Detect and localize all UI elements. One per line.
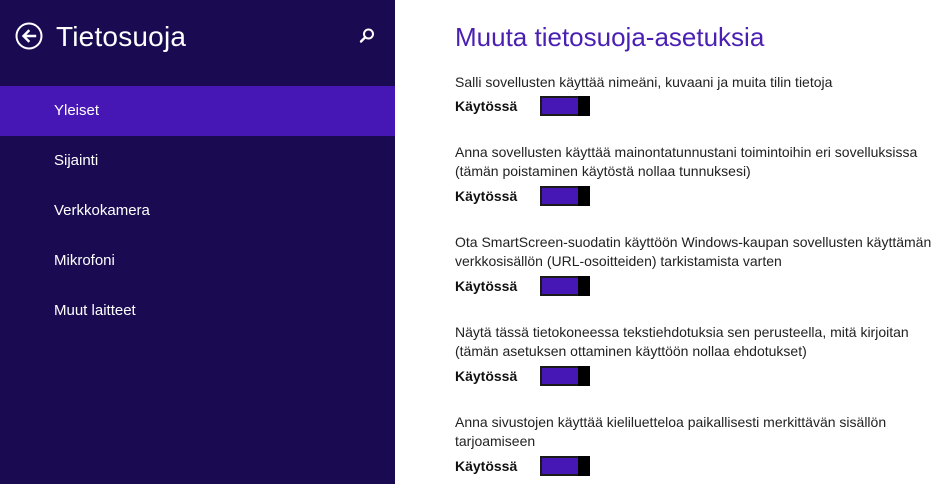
- setting-description: Ota SmartScreen-suodatin käyttöön Window…: [455, 234, 932, 250]
- language-list-toggle[interactable]: [540, 456, 590, 476]
- toggle-thumb: [578, 276, 590, 296]
- toggle-row: Käytössä: [455, 456, 944, 478]
- setting-text-suggestions: Näytä tässä tietokoneessa tekstiehdotuks…: [455, 323, 944, 388]
- toggle-thumb: [578, 366, 590, 386]
- toggle-thumb: [578, 96, 590, 116]
- sidebar-item-label: Muut laitteet: [54, 302, 136, 319]
- text-suggestions-toggle[interactable]: [540, 366, 590, 386]
- search-icon: [359, 28, 374, 43]
- toggle-track: [540, 456, 582, 476]
- sidebar-item-mikrofoni[interactable]: Mikrofoni: [0, 236, 395, 286]
- sidebar-item-sijainti[interactable]: Sijainti: [0, 136, 395, 186]
- sidebar-item-label: Mikrofoni: [54, 252, 115, 269]
- setting-description-note: tarjoamiseen: [455, 433, 536, 449]
- setting-description-note: verkkosisällön (URL-osoitteiden) tarkist…: [455, 253, 782, 269]
- sidebar-nav: Yleiset Sijainti Verkkokamera Mikrofoni …: [0, 86, 395, 336]
- advertising-id-toggle[interactable]: [540, 186, 590, 206]
- toggle-state-label: Käytössä: [455, 458, 518, 474]
- toggle-thumb: [578, 456, 590, 476]
- toggle-state-label: Käytössä: [455, 278, 518, 294]
- sidebar-item-label: Verkkokamera: [54, 202, 150, 219]
- sidebar-item-yleiset[interactable]: Yleiset: [0, 86, 395, 136]
- back-arrow-icon: [15, 22, 43, 50]
- sidebar-item-verkkokamera[interactable]: Verkkokamera: [0, 186, 395, 236]
- toggle-row: Käytössä: [455, 186, 944, 208]
- toggle-state-label: Käytössä: [455, 98, 518, 114]
- toggle-row: Käytössä: [455, 276, 944, 298]
- toggle-row: Käytössä: [455, 366, 944, 388]
- setting-advertising-id: Anna sovellusten käyttää mainontatunnust…: [455, 143, 944, 208]
- section-title: Muuta tietosuoja-asetuksia: [455, 22, 765, 52]
- sidebar-item-muut-laitteet[interactable]: Muut laitteet: [0, 286, 395, 336]
- setting-description: Anna sovellusten käyttää mainontatunnust…: [455, 144, 918, 160]
- sidebar-item-label: Yleiset: [54, 102, 100, 119]
- toggle-track: [540, 186, 582, 206]
- setting-language-list: Anna sivustojen käyttää kieliluetteloa p…: [455, 413, 944, 478]
- toggle-state-label: Käytössä: [455, 188, 518, 204]
- toggle-thumb: [578, 186, 590, 206]
- toggle-state-label: Käytössä: [455, 368, 518, 384]
- setting-description-note: (tämän poistaminen käytöstä nollaa tunnu…: [455, 163, 751, 179]
- setting-description: Anna sivustojen käyttää kieliluetteloa p…: [455, 414, 887, 430]
- setting-smartscreen: Ota SmartScreen-suodatin käyttöön Window…: [455, 233, 944, 298]
- smartscreen-toggle[interactable]: [540, 276, 590, 296]
- toggle-track: [540, 366, 582, 386]
- setting-account-info: Salli sovellusten käyttää nimeäni, kuvaa…: [455, 73, 944, 118]
- toggle-track: [540, 96, 582, 116]
- back-button[interactable]: [15, 22, 43, 50]
- sidebar: Tietosuoja Yleiset Sijainti Verkkokamera…: [0, 0, 395, 484]
- page-title: Tietosuoja: [56, 21, 187, 52]
- toggle-track: [540, 276, 582, 296]
- search-button[interactable]: [356, 25, 378, 47]
- setting-description: Salli sovellusten käyttää nimeäni, kuvaa…: [455, 74, 833, 90]
- toggle-row: Käytössä: [455, 96, 944, 118]
- setting-description: Näytä tässä tietokoneessa tekstiehdotuks…: [455, 324, 909, 340]
- setting-description-note: (tämän asetuksen ottaminen käyttöön noll…: [455, 343, 807, 359]
- sidebar-item-label: Sijainti: [54, 152, 99, 169]
- account-info-toggle[interactable]: [540, 96, 590, 116]
